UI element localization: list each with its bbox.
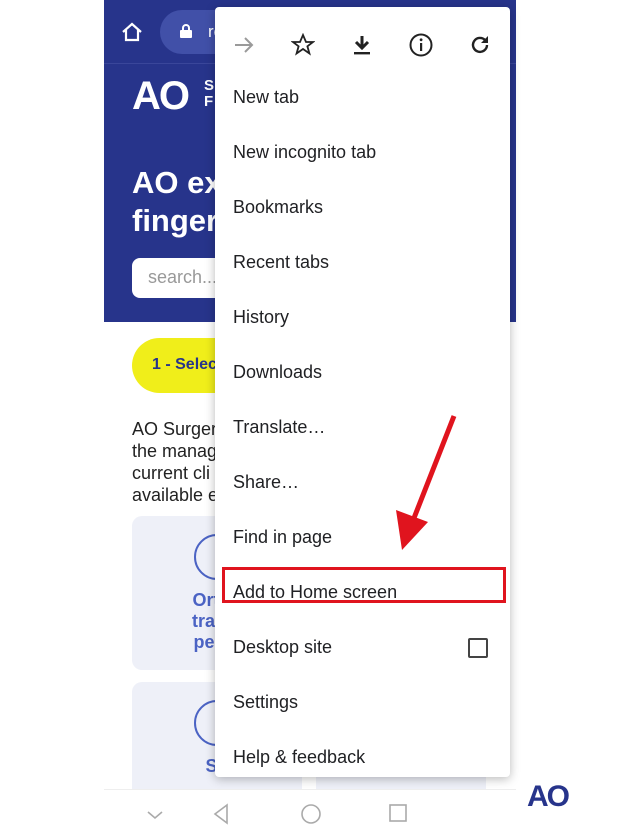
menu-icon-row — [215, 19, 510, 71]
chevron-down-icon[interactable] — [146, 802, 164, 826]
menu-item-desktop-site[interactable]: Desktop site — [215, 621, 510, 676]
logo-sub-line: S — [204, 77, 215, 94]
back-icon[interactable] — [212, 802, 230, 826]
menu-item-recent-tabs[interactable]: Recent tabs — [215, 236, 510, 291]
menu-item-new-tab[interactable]: New tab — [215, 71, 510, 126]
menu-item-label: Desktop site — [233, 637, 333, 657]
menu-item-new-incognito-tab[interactable]: New incognito tab — [215, 126, 510, 181]
info-icon[interactable] — [396, 19, 446, 71]
desktop-site-checkbox[interactable] — [468, 638, 488, 658]
logo-sub-line: F — [204, 93, 214, 110]
android-nav-bar — [104, 789, 516, 837]
logo-subtitle: SF — [204, 78, 214, 110]
recents-icon[interactable] — [388, 802, 408, 826]
download-icon[interactable] — [337, 19, 387, 71]
ao-corner-logo: AO — [527, 780, 570, 813]
refresh-icon[interactable] — [455, 19, 505, 71]
highlight-box — [222, 567, 506, 603]
star-icon[interactable] — [278, 19, 328, 71]
menu-item-history[interactable]: History — [215, 291, 510, 346]
home-circle-icon[interactable] — [300, 802, 322, 826]
menu-item-find-in-page[interactable]: Find in page — [215, 511, 510, 566]
menu-item-share[interactable]: Share… — [215, 456, 510, 511]
menu-item-translate[interactable]: Translate… — [215, 401, 510, 456]
red-arrow-annotation — [396, 415, 457, 550]
forward-icon[interactable] — [219, 19, 269, 71]
home-icon[interactable] — [120, 20, 144, 44]
menu-item-bookmarks[interactable]: Bookmarks — [215, 181, 510, 236]
browser-overflow-menu: New tab New incognito tab Bookmarks Rece… — [215, 7, 510, 777]
title-line: finger — [132, 203, 219, 238]
menu-item-settings[interactable]: Settings — [215, 676, 510, 731]
ao-logo[interactable]: AO — [132, 74, 190, 119]
title-line: AO ex — [132, 165, 222, 200]
lock-icon — [180, 24, 192, 38]
menu-item-help-feedback[interactable]: Help & feedback — [215, 731, 510, 786]
menu-item-downloads[interactable]: Downloads — [215, 346, 510, 401]
page-title: AO ex finger — [132, 164, 222, 240]
